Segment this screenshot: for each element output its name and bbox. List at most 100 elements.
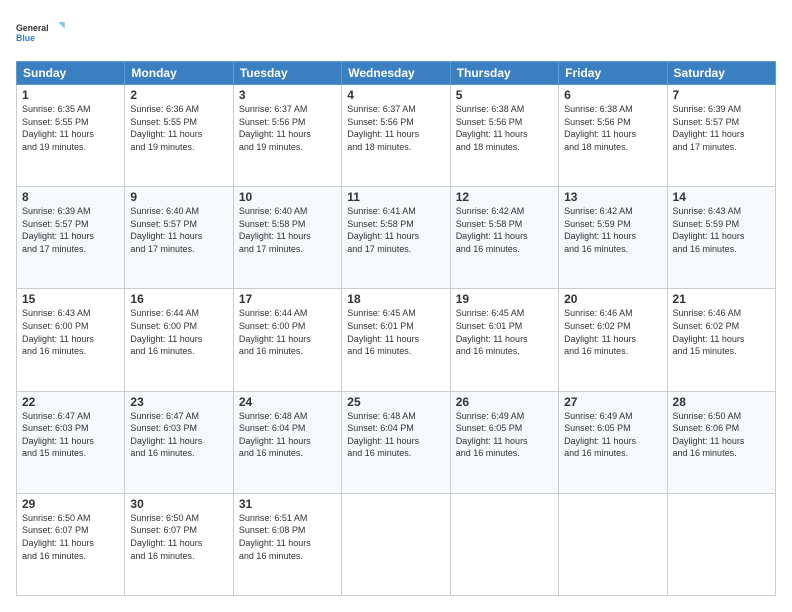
day-number: 4: [347, 88, 444, 102]
calendar-cell: 24Sunrise: 6:48 AM Sunset: 6:04 PM Dayli…: [233, 391, 341, 493]
day-info: Sunrise: 6:49 AM Sunset: 6:05 PM Dayligh…: [564, 410, 661, 460]
calendar-cell: 18Sunrise: 6:45 AM Sunset: 6:01 PM Dayli…: [342, 289, 450, 391]
day-info: Sunrise: 6:50 AM Sunset: 6:06 PM Dayligh…: [673, 410, 770, 460]
calendar-cell: 14Sunrise: 6:43 AM Sunset: 5:59 PM Dayli…: [667, 187, 775, 289]
calendar-cell: [559, 493, 667, 595]
day-number: 28: [673, 395, 770, 409]
page: General Blue SundayMondayTuesdayWednesda…: [0, 0, 792, 612]
day-info: Sunrise: 6:38 AM Sunset: 5:56 PM Dayligh…: [456, 103, 553, 153]
day-number: 21: [673, 292, 770, 306]
day-info: Sunrise: 6:45 AM Sunset: 6:01 PM Dayligh…: [456, 307, 553, 357]
day-number: 7: [673, 88, 770, 102]
day-info: Sunrise: 6:42 AM Sunset: 5:59 PM Dayligh…: [564, 205, 661, 255]
day-number: 27: [564, 395, 661, 409]
day-info: Sunrise: 6:38 AM Sunset: 5:56 PM Dayligh…: [564, 103, 661, 153]
day-info: Sunrise: 6:46 AM Sunset: 6:02 PM Dayligh…: [673, 307, 770, 357]
calendar-cell: 19Sunrise: 6:45 AM Sunset: 6:01 PM Dayli…: [450, 289, 558, 391]
calendar-table: SundayMondayTuesdayWednesdayThursdayFrid…: [16, 61, 776, 596]
day-number: 20: [564, 292, 661, 306]
day-number: 17: [239, 292, 336, 306]
calendar-cell: 29Sunrise: 6:50 AM Sunset: 6:07 PM Dayli…: [17, 493, 125, 595]
calendar-cell: [667, 493, 775, 595]
calendar-cell: 26Sunrise: 6:49 AM Sunset: 6:05 PM Dayli…: [450, 391, 558, 493]
day-header-wednesday: Wednesday: [342, 62, 450, 85]
day-info: Sunrise: 6:43 AM Sunset: 6:00 PM Dayligh…: [22, 307, 119, 357]
day-info: Sunrise: 6:48 AM Sunset: 6:04 PM Dayligh…: [239, 410, 336, 460]
day-info: Sunrise: 6:40 AM Sunset: 5:57 PM Dayligh…: [130, 205, 227, 255]
day-number: 16: [130, 292, 227, 306]
calendar-cell: 3Sunrise: 6:37 AM Sunset: 5:56 PM Daylig…: [233, 85, 341, 187]
day-number: 8: [22, 190, 119, 204]
calendar-cell: 9Sunrise: 6:40 AM Sunset: 5:57 PM Daylig…: [125, 187, 233, 289]
day-info: Sunrise: 6:40 AM Sunset: 5:58 PM Dayligh…: [239, 205, 336, 255]
day-info: Sunrise: 6:42 AM Sunset: 5:58 PM Dayligh…: [456, 205, 553, 255]
day-number: 9: [130, 190, 227, 204]
day-header-friday: Friday: [559, 62, 667, 85]
day-number: 22: [22, 395, 119, 409]
calendar-cell: 11Sunrise: 6:41 AM Sunset: 5:58 PM Dayli…: [342, 187, 450, 289]
header: General Blue: [16, 16, 776, 51]
calendar-cell: 2Sunrise: 6:36 AM Sunset: 5:55 PM Daylig…: [125, 85, 233, 187]
day-info: Sunrise: 6:45 AM Sunset: 6:01 PM Dayligh…: [347, 307, 444, 357]
calendar-cell: 17Sunrise: 6:44 AM Sunset: 6:00 PM Dayli…: [233, 289, 341, 391]
day-info: Sunrise: 6:51 AM Sunset: 6:08 PM Dayligh…: [239, 512, 336, 562]
day-number: 18: [347, 292, 444, 306]
calendar-week-1: 1Sunrise: 6:35 AM Sunset: 5:55 PM Daylig…: [17, 85, 776, 187]
calendar-cell: 8Sunrise: 6:39 AM Sunset: 5:57 PM Daylig…: [17, 187, 125, 289]
day-info: Sunrise: 6:47 AM Sunset: 6:03 PM Dayligh…: [22, 410, 119, 460]
day-number: 25: [347, 395, 444, 409]
calendar-cell: 5Sunrise: 6:38 AM Sunset: 5:56 PM Daylig…: [450, 85, 558, 187]
calendar-cell: 4Sunrise: 6:37 AM Sunset: 5:56 PM Daylig…: [342, 85, 450, 187]
day-info: Sunrise: 6:41 AM Sunset: 5:58 PM Dayligh…: [347, 205, 444, 255]
calendar-cell: 28Sunrise: 6:50 AM Sunset: 6:06 PM Dayli…: [667, 391, 775, 493]
day-info: Sunrise: 6:49 AM Sunset: 6:05 PM Dayligh…: [456, 410, 553, 460]
calendar-cell: 20Sunrise: 6:46 AM Sunset: 6:02 PM Dayli…: [559, 289, 667, 391]
day-info: Sunrise: 6:48 AM Sunset: 6:04 PM Dayligh…: [347, 410, 444, 460]
logo: General Blue: [16, 16, 66, 51]
day-number: 19: [456, 292, 553, 306]
day-header-saturday: Saturday: [667, 62, 775, 85]
calendar-cell: 23Sunrise: 6:47 AM Sunset: 6:03 PM Dayli…: [125, 391, 233, 493]
day-number: 14: [673, 190, 770, 204]
day-number: 6: [564, 88, 661, 102]
calendar-cell: 1Sunrise: 6:35 AM Sunset: 5:55 PM Daylig…: [17, 85, 125, 187]
calendar-week-5: 29Sunrise: 6:50 AM Sunset: 6:07 PM Dayli…: [17, 493, 776, 595]
day-number: 26: [456, 395, 553, 409]
day-info: Sunrise: 6:46 AM Sunset: 6:02 PM Dayligh…: [564, 307, 661, 357]
calendar-week-3: 15Sunrise: 6:43 AM Sunset: 6:00 PM Dayli…: [17, 289, 776, 391]
day-number: 5: [456, 88, 553, 102]
day-info: Sunrise: 6:44 AM Sunset: 6:00 PM Dayligh…: [239, 307, 336, 357]
day-header-monday: Monday: [125, 62, 233, 85]
calendar-cell: 21Sunrise: 6:46 AM Sunset: 6:02 PM Dayli…: [667, 289, 775, 391]
day-number: 24: [239, 395, 336, 409]
day-number: 31: [239, 497, 336, 511]
day-number: 29: [22, 497, 119, 511]
calendar-week-4: 22Sunrise: 6:47 AM Sunset: 6:03 PM Dayli…: [17, 391, 776, 493]
day-number: 13: [564, 190, 661, 204]
logo-svg: General Blue: [16, 16, 66, 51]
day-info: Sunrise: 6:39 AM Sunset: 5:57 PM Dayligh…: [22, 205, 119, 255]
svg-text:General: General: [16, 23, 49, 33]
day-number: 15: [22, 292, 119, 306]
day-number: 11: [347, 190, 444, 204]
calendar-cell: 6Sunrise: 6:38 AM Sunset: 5:56 PM Daylig…: [559, 85, 667, 187]
day-info: Sunrise: 6:47 AM Sunset: 6:03 PM Dayligh…: [130, 410, 227, 460]
day-info: Sunrise: 6:50 AM Sunset: 6:07 PM Dayligh…: [130, 512, 227, 562]
day-info: Sunrise: 6:50 AM Sunset: 6:07 PM Dayligh…: [22, 512, 119, 562]
day-info: Sunrise: 6:37 AM Sunset: 5:56 PM Dayligh…: [239, 103, 336, 153]
day-header-tuesday: Tuesday: [233, 62, 341, 85]
day-number: 30: [130, 497, 227, 511]
calendar-cell: 25Sunrise: 6:48 AM Sunset: 6:04 PM Dayli…: [342, 391, 450, 493]
calendar-header-row: SundayMondayTuesdayWednesdayThursdayFrid…: [17, 62, 776, 85]
calendar-cell: 31Sunrise: 6:51 AM Sunset: 6:08 PM Dayli…: [233, 493, 341, 595]
calendar-cell: 10Sunrise: 6:40 AM Sunset: 5:58 PM Dayli…: [233, 187, 341, 289]
calendar-cell: 13Sunrise: 6:42 AM Sunset: 5:59 PM Dayli…: [559, 187, 667, 289]
day-number: 10: [239, 190, 336, 204]
calendar-cell: 22Sunrise: 6:47 AM Sunset: 6:03 PM Dayli…: [17, 391, 125, 493]
day-info: Sunrise: 6:36 AM Sunset: 5:55 PM Dayligh…: [130, 103, 227, 153]
day-number: 12: [456, 190, 553, 204]
day-number: 1: [22, 88, 119, 102]
day-header-sunday: Sunday: [17, 62, 125, 85]
day-info: Sunrise: 6:44 AM Sunset: 6:00 PM Dayligh…: [130, 307, 227, 357]
calendar-cell: [342, 493, 450, 595]
